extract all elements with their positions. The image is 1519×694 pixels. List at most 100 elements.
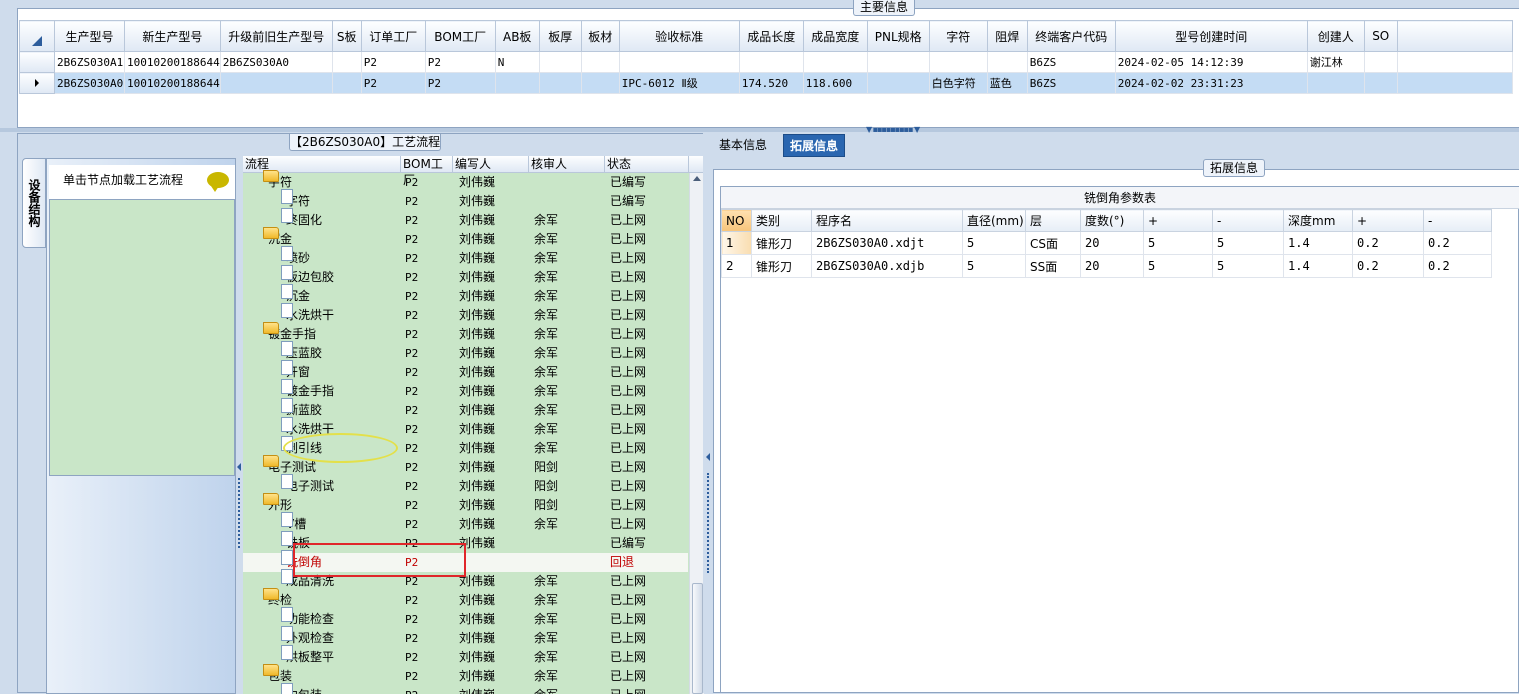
table-cell[interactable] (738, 51, 804, 73)
column-header[interactable]: 字符 (928, 20, 988, 52)
tree-row[interactable]: 功能检查 P2 刘伟巍 余军 已上网 (243, 607, 688, 629)
tree-row[interactable]: 镀金手指 P2 刘伟巍 余军 已上网 (243, 379, 688, 401)
column-header[interactable]: 板厚 (538, 20, 582, 52)
param-column-header[interactable]: 程序名 (811, 209, 963, 232)
param-cell[interactable]: 0.2 (1423, 254, 1492, 278)
tree-row[interactable]: − 电子测试P2刘伟巍阳剑已上网 (243, 455, 688, 477)
table-cell[interactable]: P2 (360, 72, 426, 94)
table-cell[interactable]: 2B6ZS030A1 (54, 51, 125, 73)
column-header[interactable]: PNL规格 (866, 20, 930, 52)
table-cell[interactable] (580, 72, 620, 94)
tree-row[interactable]: 开窗 P2 刘伟巍 余军 已上网 (243, 360, 688, 382)
tree-row[interactable]: 沉金 P2 刘伟巍 余军 已上网 (243, 284, 688, 306)
param-cell[interactable]: 1.4 (1283, 254, 1353, 278)
table-cell[interactable] (866, 51, 930, 73)
tree-scrollbar[interactable] (689, 173, 704, 694)
column-header[interactable]: SO (1363, 20, 1398, 52)
table-cell[interactable] (1306, 72, 1365, 94)
table-cell[interactable]: P2 (424, 51, 496, 73)
table-cell[interactable]: B6ZS (1026, 72, 1116, 94)
nav-header[interactable]: 单击节点加载工艺流程 (49, 165, 235, 199)
table-cell[interactable] (331, 51, 362, 73)
table-cell[interactable]: 2024-02-05 14:12:39 (1114, 51, 1308, 73)
vertical-tab-equipment[interactable]: 设备结构 (22, 158, 46, 248)
column-header[interactable]: 创建人 (1306, 20, 1365, 52)
param-column-header[interactable]: 层 (1025, 209, 1081, 232)
param-cell[interactable]: 锥形刀 (751, 231, 812, 255)
scroll-up-icon[interactable] (693, 176, 701, 181)
tree-row[interactable]: − 外形P2刘伟巍阳剑已上网 (243, 493, 688, 515)
column-header[interactable]: 板材 (580, 20, 620, 52)
param-cell[interactable]: 1.4 (1283, 231, 1353, 255)
tree-node[interactable]: 电子测试 (281, 474, 334, 496)
param-row[interactable]: 2 锥形刀 2B6ZS030A0.xdjb 5 SS面 20 5 5 1.4 0.2 0.2 (721, 254, 1492, 278)
corner-select-all[interactable] (19, 20, 55, 52)
tab-basic-info[interactable]: 基本信息 (713, 134, 773, 157)
param-cell[interactable]: 锥形刀 (751, 254, 812, 278)
param-cell[interactable]: SS面 (1025, 254, 1081, 278)
row-header[interactable] (19, 72, 55, 94)
tree-node[interactable]: 水洗烘干 (281, 303, 334, 325)
column-header[interactable]: 新生产型号 (124, 20, 221, 52)
tree-row[interactable]: − 字符P2刘伟巍已编写 (243, 170, 688, 192)
param-cell[interactable]: 0.2 (1352, 231, 1424, 255)
collapse-left-icon[interactable] (237, 463, 241, 471)
column-header[interactable]: 阻焊 (986, 20, 1028, 52)
tree-row[interactable]: − 包装P2刘伟巍余军已上网 (243, 664, 688, 686)
left-splitter[interactable] (236, 158, 243, 694)
table-cell[interactable]: 10010200188644 (124, 51, 221, 73)
param-column-header[interactable]: 类别 (751, 209, 812, 232)
tree-row[interactable]: 外观检查 P2 刘伟巍 余军 已上网 (243, 626, 688, 648)
table-cell[interactable] (928, 51, 988, 73)
row-header[interactable] (19, 51, 55, 73)
tree-node[interactable]: 烘板整平 (281, 645, 334, 667)
middle-splitter[interactable] (703, 133, 713, 693)
column-header[interactable]: 验收标准 (618, 20, 740, 52)
param-column-header[interactable]: - (1212, 209, 1284, 232)
tree-row[interactable]: 撕蓝胶 P2 刘伟巍 余军 已上网 (243, 398, 688, 420)
table-cell[interactable]: 2B6ZS030A0 (219, 51, 333, 73)
param-column-header[interactable]: + (1352, 209, 1424, 232)
table-cell[interactable]: 174.520 (738, 72, 804, 94)
table-cell[interactable]: N (494, 51, 540, 73)
tree-row[interactable]: 字符 P2 刘伟巍 已编写 (243, 189, 688, 211)
collapse-middle-icon[interactable] (706, 453, 710, 461)
table-cell[interactable]: B6ZS (1026, 51, 1116, 73)
param-cell[interactable]: 2 (721, 254, 752, 278)
param-cell[interactable]: 20 (1080, 254, 1144, 278)
table-cell[interactable]: 谢江林 (1306, 51, 1365, 73)
tree-row[interactable]: − 沉金P2刘伟巍余军已上网 (243, 227, 688, 249)
table-cell[interactable] (1363, 51, 1398, 73)
column-header[interactable]: 成品长度 (738, 20, 804, 52)
tab-extended-info[interactable]: 拓展信息 (783, 134, 846, 157)
table-cell[interactable] (538, 72, 582, 94)
param-cell[interactable]: 5 (1143, 254, 1213, 278)
column-header[interactable]: 升级前旧生产型号 (219, 20, 333, 52)
param-cell[interactable]: 2B6ZS030A0.xdjb (811, 254, 963, 278)
tree-row[interactable]: 喷砂 P2 刘伟巍 余军 已上网 (243, 246, 688, 268)
table-cell[interactable] (494, 72, 540, 94)
param-cell[interactable]: 1 (721, 231, 752, 255)
param-cell[interactable]: 5 (1212, 254, 1284, 278)
table-cell[interactable] (1363, 72, 1398, 94)
column-header[interactable]: S板 (331, 20, 362, 52)
tree-row[interactable]: − 镀金手指P2刘伟巍余军已上网 (243, 322, 688, 344)
table-row[interactable]: 2B6ZS030A0 10010200188644 P2 P2 IPC-6012 Ⅱ级 1… (19, 72, 1513, 94)
table-cell[interactable] (802, 51, 868, 73)
table-cell[interactable]: 10010200188644 (124, 72, 221, 94)
param-column-header[interactable]: 度数(°) (1080, 209, 1144, 232)
tree-column-header[interactable]: BOM工厂 (401, 156, 453, 187)
tree-row[interactable]: − 终检P2刘伟巍余军已上网 (243, 588, 688, 610)
param-column-header[interactable]: 直径(mm) (962, 209, 1026, 232)
param-cell[interactable]: 2B6ZS030A0.xdjt (811, 231, 963, 255)
tree-row[interactable]: V槽 P2 刘伟巍 余军 已上网 (243, 512, 688, 534)
table-cell[interactable] (219, 72, 333, 94)
tree-row[interactable]: 板边包胶 P2 刘伟巍 余军 已上网 (243, 265, 688, 287)
table-cell[interactable] (580, 51, 620, 73)
column-header[interactable]: 型号创建时间 (1114, 20, 1308, 52)
tree-column-header[interactable]: 核审人 (529, 156, 605, 173)
param-row[interactable]: 1 锥形刀 2B6ZS030A0.xdjt 5 CS面 20 5 5 1.4 0.2 0.2 (721, 231, 1492, 255)
param-cell[interactable]: CS面 (1025, 231, 1081, 255)
table-cell[interactable] (866, 72, 930, 94)
param-cell[interactable]: 5 (962, 231, 1026, 255)
